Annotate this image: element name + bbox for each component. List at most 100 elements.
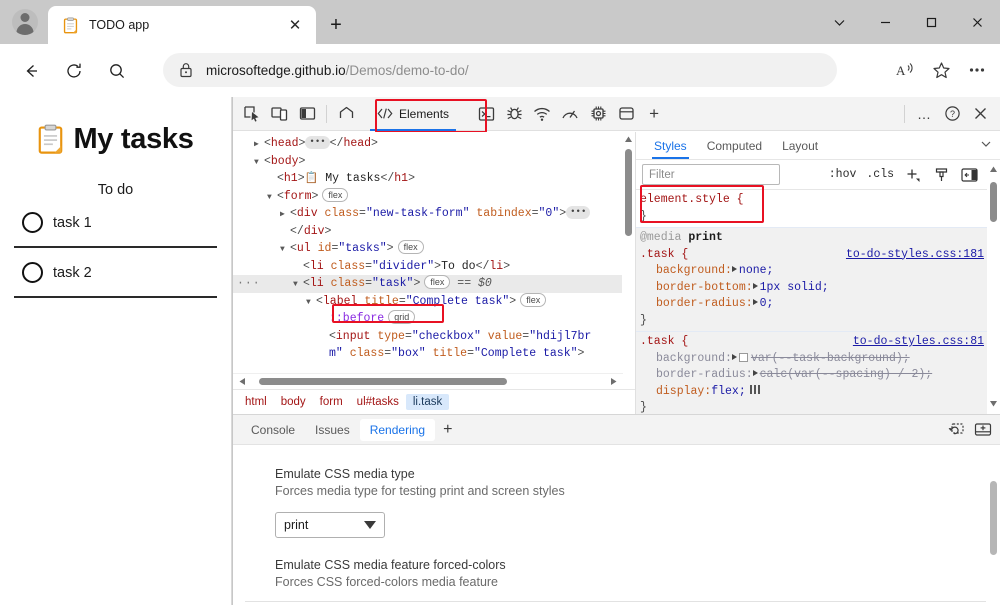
add-drawer-tab-button[interactable]: + xyxy=(435,421,460,439)
window-close-icon[interactable] xyxy=(954,5,1000,39)
url-input[interactable]: microsoftedge.github.io/Demos/demo-to-do… xyxy=(163,53,837,87)
dom-node-row[interactable]: m" class="box" title="Complete task"> xyxy=(233,345,635,363)
class-editor-button[interactable]: .cls xyxy=(864,168,896,181)
network-wifi-icon[interactable] xyxy=(528,101,556,127)
dock-side-icon[interactable] xyxy=(293,101,321,127)
refresh-icon[interactable] xyxy=(57,54,91,88)
css-value[interactable]: 1px solid; xyxy=(760,281,829,294)
search-icon[interactable] xyxy=(100,54,134,88)
dom-tree[interactable]: ▶<head>•••</head>▼<body><h1>📋 My tasks</… xyxy=(233,132,635,363)
styles-rules-list[interactable]: element.style {}@media print.task {to-do… xyxy=(636,190,1000,414)
disclosure-triangle-icon[interactable]: ▼ xyxy=(280,241,290,259)
devtools-more-icon[interactable]: … xyxy=(910,101,938,127)
breadcrumb-item-html[interactable]: html xyxy=(238,394,274,410)
memory-chip-icon[interactable] xyxy=(584,101,612,127)
add-panel-button[interactable]: + xyxy=(640,101,668,127)
scroll-up-arrow-icon[interactable] xyxy=(624,135,633,144)
css-declaration[interactable]: border-radius: calc(var(--spacing) / 2); xyxy=(640,367,1000,384)
debug-bug-icon[interactable] xyxy=(500,101,528,127)
css-declaration[interactable]: display: flex; xyxy=(640,384,1000,401)
devtools-close-icon[interactable] xyxy=(966,101,994,127)
browser-more-icon[interactable] xyxy=(960,53,994,87)
tab-computed[interactable]: Computed xyxy=(697,133,772,159)
performance-gauge-icon[interactable] xyxy=(556,101,584,127)
disclosure-triangle-icon[interactable]: ▼ xyxy=(254,154,264,172)
color-swatch[interactable] xyxy=(739,353,748,362)
media-type-select[interactable]: print xyxy=(275,512,385,538)
profile-button[interactable] xyxy=(8,5,42,39)
tab-elements[interactable]: Elements xyxy=(368,101,458,127)
expand-value-triangle-icon[interactable] xyxy=(753,370,758,376)
new-style-rule-button[interactable] xyxy=(902,165,924,185)
style-pen-icon[interactable] xyxy=(930,165,952,185)
breadcrumb-item-body[interactable]: body xyxy=(274,394,313,410)
dom-node-row[interactable]: <input type="checkbox" value="hdijl7br xyxy=(233,328,635,346)
tab-issues[interactable]: Issues xyxy=(305,419,360,441)
style-rule[interactable]: element.style {} xyxy=(636,190,1000,227)
stylesheet-source-link[interactable]: to-do-styles.css:81 xyxy=(853,334,984,351)
dom-node-row[interactable]: ▼<form>flex xyxy=(233,188,635,206)
style-rule[interactable]: .task {to-do-styles.css:81background: va… xyxy=(636,331,1000,414)
layout-badge[interactable]: flex xyxy=(398,240,424,254)
expand-value-triangle-icon[interactable] xyxy=(732,266,737,272)
maximize-icon[interactable] xyxy=(908,5,954,39)
chevron-down-icon[interactable] xyxy=(980,137,992,155)
scrollbar-thumb[interactable] xyxy=(990,481,997,555)
scrollbar-thumb[interactable] xyxy=(990,182,997,222)
css-property[interactable]: border-radius: xyxy=(640,367,753,384)
disclosure-triangle-icon[interactable]: ▶ xyxy=(280,206,290,224)
tab-actions-chevron-icon[interactable] xyxy=(816,5,862,39)
minimize-icon[interactable] xyxy=(862,5,908,39)
breadcrumb-item-li-task[interactable]: li.task xyxy=(406,394,449,410)
css-value[interactable]: flex; xyxy=(711,385,746,398)
expand-value-triangle-icon[interactable] xyxy=(753,299,758,305)
console-icon[interactable] xyxy=(472,101,500,127)
css-declaration[interactable]: border-bottom: 1px solid; xyxy=(640,280,1000,297)
inspect-element-icon[interactable] xyxy=(237,101,265,127)
application-box-icon[interactable] xyxy=(612,101,640,127)
dom-node-row[interactable]: ▶<div class="new-task-form" tabindex="0"… xyxy=(233,205,635,223)
dom-node-row[interactable]: ▼<ul id="tasks">flex xyxy=(233,240,635,258)
help-icon[interactable]: ? xyxy=(938,101,966,127)
rule-selector[interactable]: .task { xyxy=(640,248,688,261)
disclosure-triangle-icon[interactable]: ▼ xyxy=(267,189,277,207)
scroll-left-arrow-icon[interactable] xyxy=(238,377,247,386)
task-item[interactable]: task 2 xyxy=(14,248,217,298)
node-menu-icon[interactable]: ··· xyxy=(237,275,261,293)
breadcrumb-item-form[interactable]: form xyxy=(313,394,350,410)
task-item[interactable]: task 1 xyxy=(14,198,217,248)
dom-node-row[interactable]: <li class="divider">To do</li> xyxy=(233,258,635,276)
layout-badge[interactable]: grid xyxy=(388,310,415,324)
layout-badge[interactable]: flex xyxy=(520,293,546,307)
css-property[interactable]: border-bottom: xyxy=(640,280,753,297)
scrollbar-thumb[interactable] xyxy=(625,149,632,236)
breadcrumb-item-ul-tasks[interactable]: ul#tasks xyxy=(350,394,406,410)
scroll-down-arrow-icon[interactable] xyxy=(989,399,998,408)
flex-layout-badge[interactable] xyxy=(750,385,761,394)
css-declaration[interactable]: background: none; xyxy=(640,263,1000,280)
styles-filter-input[interactable]: Filter xyxy=(642,164,780,185)
css-declaration[interactable]: border-radius: 0; xyxy=(640,296,1000,313)
toggle-sidebar-icon[interactable] xyxy=(958,165,980,185)
rule-selector[interactable]: element.style { xyxy=(640,193,744,206)
scroll-up-arrow-icon[interactable] xyxy=(989,165,998,174)
css-value[interactable]: calc(var(--spacing) / 2); xyxy=(760,368,933,381)
layout-badge[interactable]: flex xyxy=(322,188,348,202)
disclosure-triangle-icon[interactable]: ▶ xyxy=(254,136,264,154)
open-in-panel-icon[interactable] xyxy=(972,420,994,440)
dom-node-row[interactable]: ▼<body> xyxy=(233,153,635,171)
dom-node-row[interactable]: ::beforegrid xyxy=(233,310,635,328)
task-checkbox[interactable] xyxy=(22,212,43,233)
expand-value-triangle-icon[interactable] xyxy=(732,354,737,360)
dom-tree-panel[interactable]: ▶<head>•••</head>▼<body><h1>📋 My tasks</… xyxy=(233,132,636,414)
dom-node-row[interactable]: ···▼<li class="task">flex == $0 xyxy=(233,275,635,293)
back-arrow-icon[interactable] xyxy=(14,54,48,88)
layout-badge[interactable]: flex xyxy=(424,275,450,289)
css-property[interactable]: display: xyxy=(640,384,711,401)
dom-node-row[interactable]: <h1>📋 My tasks</h1> xyxy=(233,170,635,188)
dom-horizontal-scrollbar[interactable] xyxy=(233,373,623,388)
dom-vertical-scrollbar[interactable] xyxy=(622,132,635,414)
home-icon[interactable] xyxy=(332,101,360,127)
css-value[interactable]: none; xyxy=(739,264,774,277)
tab-styles[interactable]: Styles xyxy=(644,133,697,159)
